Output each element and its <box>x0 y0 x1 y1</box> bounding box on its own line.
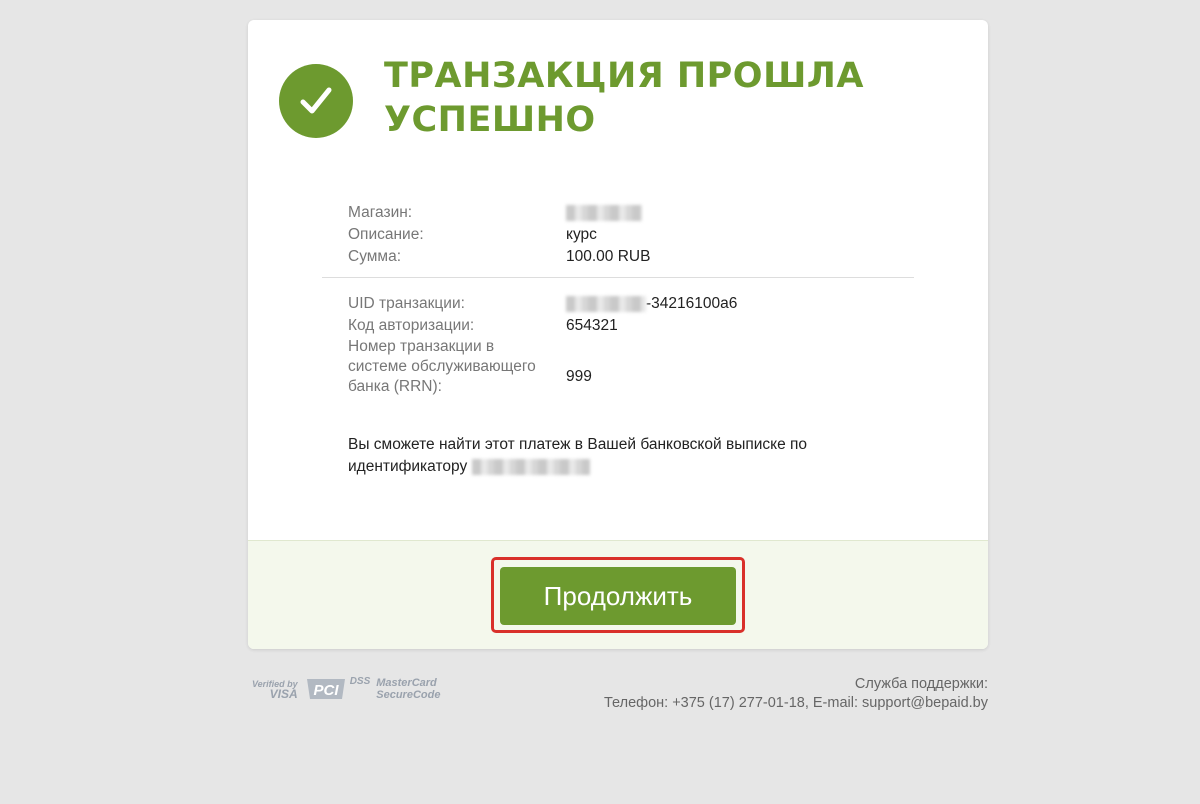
description-value: курс <box>566 226 597 243</box>
check-circle-icon <box>279 64 353 138</box>
auth-code-row: Код авторизации: 654321 <box>348 315 868 337</box>
pci-dss-logo: PCI DSS <box>304 676 371 702</box>
uid-suffix: -34216100a6 <box>646 295 738 312</box>
action-bar: Продолжить <box>248 540 988 649</box>
statement-note: Вы сможете найти этот платеж в Вашей бан… <box>348 434 888 478</box>
uid-value: -34216100a6 <box>566 293 737 315</box>
mc-line1: MasterCard <box>376 677 437 689</box>
redacted-identifier <box>471 458 590 475</box>
store-row: Магазин: <box>348 202 868 224</box>
description-label: Описание: <box>348 226 424 243</box>
svg-text:PCI: PCI <box>313 682 339 699</box>
support-info: Служба поддержки: Телефон: +375 (17) 277… <box>604 675 988 713</box>
amount-value: 100.00 RUB <box>566 248 651 265</box>
pci-shield-icon: PCI <box>306 679 345 699</box>
uid-label: UID транзакции: <box>348 295 465 312</box>
store-label: Магазин: <box>348 204 413 221</box>
amount-row: Сумма: 100.00 RUB <box>348 246 868 268</box>
security-logos: Verified by VISA PCI DSS MasterCard Secu… <box>252 676 440 702</box>
support-title: Служба поддержки: <box>854 676 988 692</box>
description-row: Описание: курс <box>348 224 868 246</box>
mastercard-securecode-logo: MasterCard SecureCode <box>376 677 440 701</box>
transaction-details: Магазин: Описание: курс Сумма: 100.00 RU… <box>348 202 868 397</box>
verified-by-visa-logo: Verified by VISA <box>252 679 298 701</box>
page-title: ТРАНЗАКЦИЯ ПРОШЛА УСПЕШНО <box>384 56 864 140</box>
redacted-uid-prefix <box>566 295 646 312</box>
amount-label: Сумма: <box>348 248 402 265</box>
rrn-value: 999 <box>566 368 592 385</box>
payment-result-card: ТРАНЗАКЦИЯ ПРОШЛА УСПЕШНО Магазин: Описа… <box>248 20 988 649</box>
continue-button[interactable]: Продолжить <box>500 567 736 625</box>
store-value <box>566 202 642 224</box>
redacted-store-name <box>566 204 642 221</box>
rrn-row: Номер транзакции в системе обслуживающег… <box>348 337 868 397</box>
dss-text: DSS <box>349 676 371 687</box>
rrn-label: Номер транзакции в системе обслуживающег… <box>348 338 536 395</box>
support-contacts: Телефон: +375 (17) 277-01-18, E-mail: su… <box>604 695 988 711</box>
mc-line2: SecureCode <box>376 689 441 701</box>
auth-code-value: 654321 <box>566 317 618 334</box>
auth-code-label: Код авторизации: <box>348 317 475 334</box>
uid-row: UID транзакции: -34216100a6 <box>348 293 868 315</box>
section-divider <box>322 277 914 278</box>
vbv-big-text: VISA <box>269 687 298 701</box>
